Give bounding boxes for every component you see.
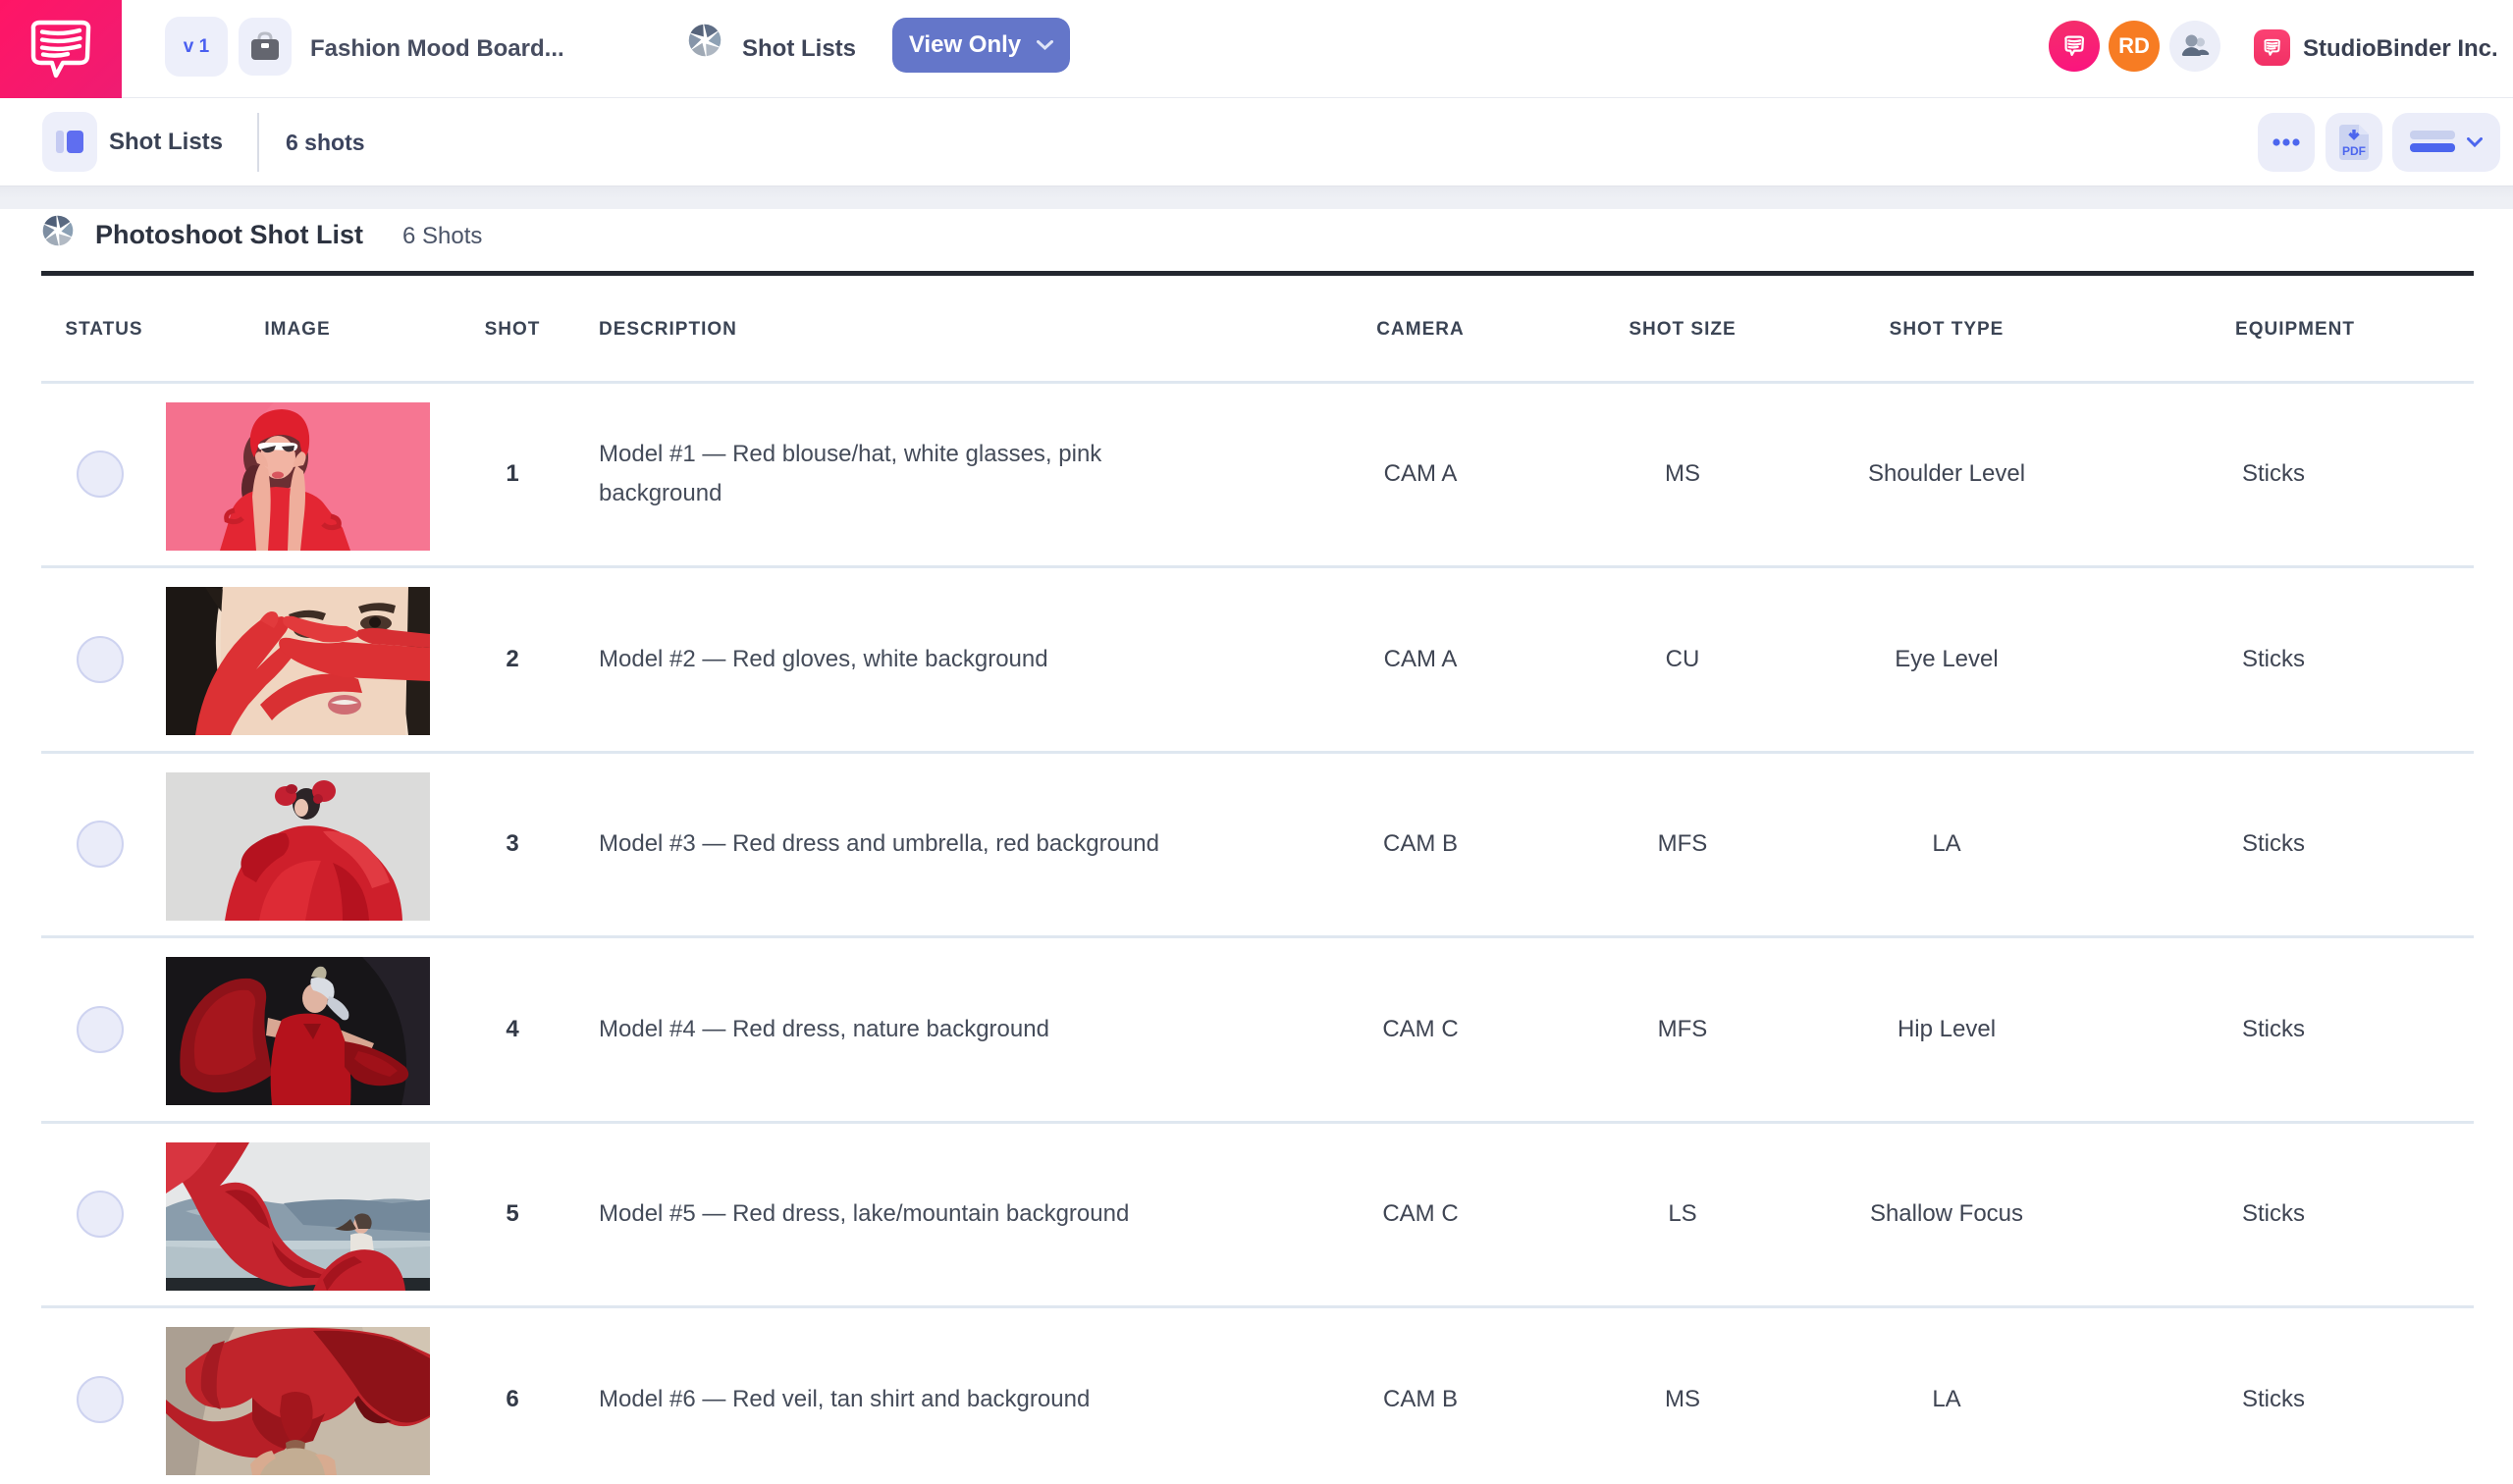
svg-text:PDF: PDF <box>2342 144 2366 158</box>
